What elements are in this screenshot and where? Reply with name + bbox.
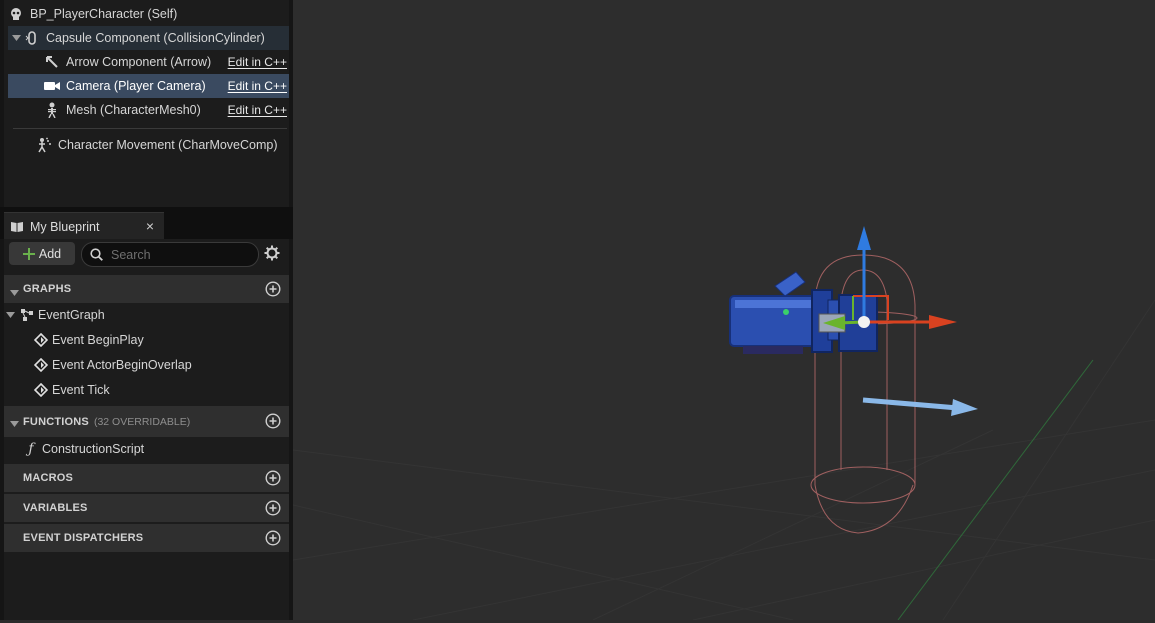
tab-bar: My Blueprint × (0, 207, 293, 240)
chevron-down-icon (10, 285, 19, 299)
event-icon (33, 357, 49, 373)
edit-cpp-link-arrow[interactable]: Edit in C++ (228, 55, 287, 69)
section-event-dispatchers[interactable]: EVENT DISPATCHERS (4, 524, 289, 552)
event-label: Event Tick (52, 383, 110, 397)
component-arrow[interactable]: Arrow Component (Arrow) Edit in C++ (8, 50, 289, 74)
component-root[interactable]: BP_PlayerCharacter (Self) (8, 2, 289, 26)
section-macros-label: MACROS (23, 472, 74, 484)
component-capsule-label: Capsule Component (CollisionCylinder) (46, 31, 265, 45)
tab-my-blueprint[interactable]: My Blueprint × (4, 212, 164, 240)
component-capsule[interactable]: Capsule Component (CollisionCylinder) (8, 26, 289, 50)
capsule-icon (24, 30, 40, 46)
movement-icon (36, 137, 52, 153)
event-icon (33, 332, 49, 348)
left-panel: BP_PlayerCharacter (Self) Capsule Compon… (0, 0, 293, 620)
add-circle-icon[interactable] (265, 470, 281, 489)
component-camera-label: Camera (Player Camera) (66, 79, 206, 93)
book-icon (10, 221, 24, 233)
section-macros[interactable]: MACROS (4, 464, 289, 492)
search-icon (90, 248, 103, 261)
divider (13, 128, 287, 129)
section-graphs-label: GRAPHS (23, 283, 72, 295)
search-input[interactable] (109, 246, 253, 263)
add-circle-icon[interactable] (265, 500, 281, 519)
chevron-down-icon[interactable] (6, 312, 15, 318)
tab-my-blueprint-label: My Blueprint (30, 219, 100, 234)
floor-grid (292, 299, 1155, 621)
add-circle-icon[interactable] (265, 281, 281, 300)
component-mesh-label: Mesh (CharacterMesh0) (66, 103, 201, 117)
component-arrow-label: Arrow Component (Arrow) (66, 55, 212, 69)
viewport[interactable] (292, 0, 1155, 621)
plus-icon (22, 247, 35, 260)
section-functions-label: FUNCTIONS (23, 415, 89, 428)
edit-cpp-link-camera[interactable]: Edit in C++ (228, 79, 287, 93)
tree-item-eventgraph[interactable]: EventGraph (6, 303, 105, 327)
function-icon: ƒ (28, 441, 34, 457)
function-label: ConstructionScript (42, 442, 145, 456)
add-button-label: Add (38, 246, 62, 261)
gear-icon[interactable] (264, 245, 280, 264)
event-label: Event BeginPlay (52, 333, 144, 347)
event-label: Event ActorBeginOverlap (52, 358, 192, 372)
add-circle-icon[interactable] (265, 413, 281, 432)
section-variables[interactable]: VARIABLES (4, 494, 289, 522)
floor-axis-line (897, 359, 1094, 621)
add-button[interactable]: Add (9, 242, 75, 265)
search-box[interactable] (81, 242, 259, 267)
skeleton-icon (44, 102, 60, 118)
add-circle-icon[interactable] (265, 530, 281, 549)
components-panel: BP_PlayerCharacter (Self) Capsule Compon… (4, 0, 289, 207)
event-item[interactable]: Event Tick (33, 378, 110, 402)
edit-cpp-link-mesh[interactable]: Edit in C++ (228, 103, 287, 117)
viewport-scene (292, 226, 1155, 621)
functions-count: (32 OVERRIDABLE) (93, 415, 191, 428)
chevron-down-icon[interactable] (8, 35, 24, 41)
section-graphs[interactable]: GRAPHS (4, 275, 289, 303)
section-event-dispatchers-label: EVENT DISPATCHERS (23, 532, 144, 544)
arrow-icon (44, 54, 60, 70)
close-icon[interactable]: × (146, 218, 154, 234)
graph-icon (19, 307, 35, 323)
eventgraph-label: EventGraph (38, 308, 105, 322)
section-variables-label: VARIABLES (23, 502, 88, 514)
event-item[interactable]: Event ActorBeginOverlap (33, 353, 192, 377)
component-root-label: BP_PlayerCharacter (Self) (30, 7, 178, 21)
function-item[interactable]: ƒ ConstructionScript (23, 437, 144, 461)
forward-arrow (862, 397, 978, 416)
section-functions[interactable]: FUNCTIONS (32 OVERRIDABLE) (4, 406, 289, 437)
event-icon (33, 382, 49, 398)
event-item[interactable]: Event BeginPlay (33, 328, 144, 352)
component-camera[interactable]: Camera (Player Camera) Edit in C++ (8, 74, 289, 98)
component-movement[interactable]: Character Movement (CharMoveComp) (8, 133, 289, 157)
camera-icon (44, 78, 60, 94)
component-mesh[interactable]: Mesh (CharacterMesh0) Edit in C++ (8, 98, 289, 122)
my-blueprint-panel: Add GRAPHS EventGraph Event BeginPlay (4, 239, 289, 620)
chevron-down-icon (10, 416, 19, 430)
camera-mesh (729, 271, 878, 354)
component-movement-label: Character Movement (CharMoveComp) (58, 138, 278, 152)
skull-icon (8, 6, 24, 22)
